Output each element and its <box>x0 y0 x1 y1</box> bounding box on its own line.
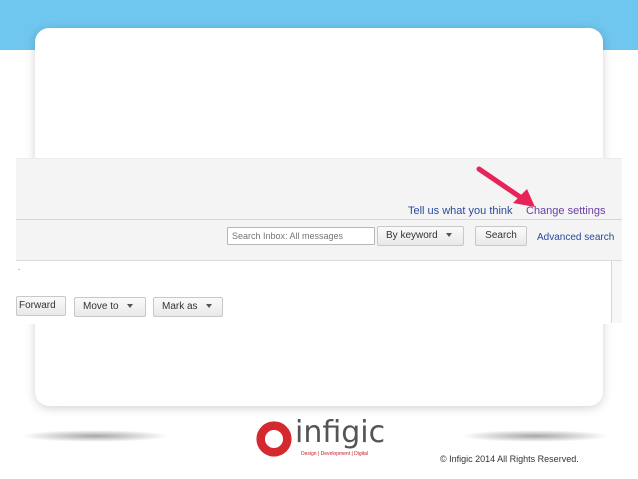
chevron-down-icon <box>445 233 452 238</box>
move-to-button[interactable]: Move to <box>74 297 146 317</box>
forward-button[interactable]: Forward <box>16 296 66 316</box>
advanced-search-link[interactable]: Advanced search <box>537 232 614 243</box>
header-bar: Tell us what you think Change settings <box>16 159 622 220</box>
mark-as-button[interactable]: Mark as <box>153 297 223 317</box>
logo-tagline: Design | Development | Digital <box>301 451 369 457</box>
copyright-text: © Infigic 2014 All Rights Reserved. <box>440 454 579 464</box>
checkbox-mark: . <box>18 263 21 272</box>
infigic-logo: infigic Design | Development | Digital <box>253 415 393 464</box>
message-toolbar: . Forward Move to Mark as <box>16 261 622 324</box>
scrollbar[interactable] <box>611 261 622 323</box>
search-button[interactable]: Search <box>475 226 527 246</box>
logo-wordmark: infigic <box>295 415 386 450</box>
by-keyword-dropdown[interactable]: By keyword <box>377 226 464 246</box>
email-screenshot: Tell us what you think Change settings B… <box>16 158 622 324</box>
mark-as-label: Mark as <box>162 301 198 312</box>
chevron-down-icon <box>126 304 133 309</box>
pointer-arrow-icon <box>476 166 535 207</box>
by-keyword-label: By keyword <box>386 230 438 241</box>
card-shadow-right <box>460 430 610 442</box>
card-shadow-left <box>20 430 170 442</box>
logo-ring-icon <box>256 421 292 457</box>
chevron-down-icon <box>205 304 212 309</box>
move-to-label: Move to <box>83 301 119 312</box>
search-input[interactable] <box>227 227 375 245</box>
search-bar: By keyword Search Advanced search <box>16 220 622 261</box>
